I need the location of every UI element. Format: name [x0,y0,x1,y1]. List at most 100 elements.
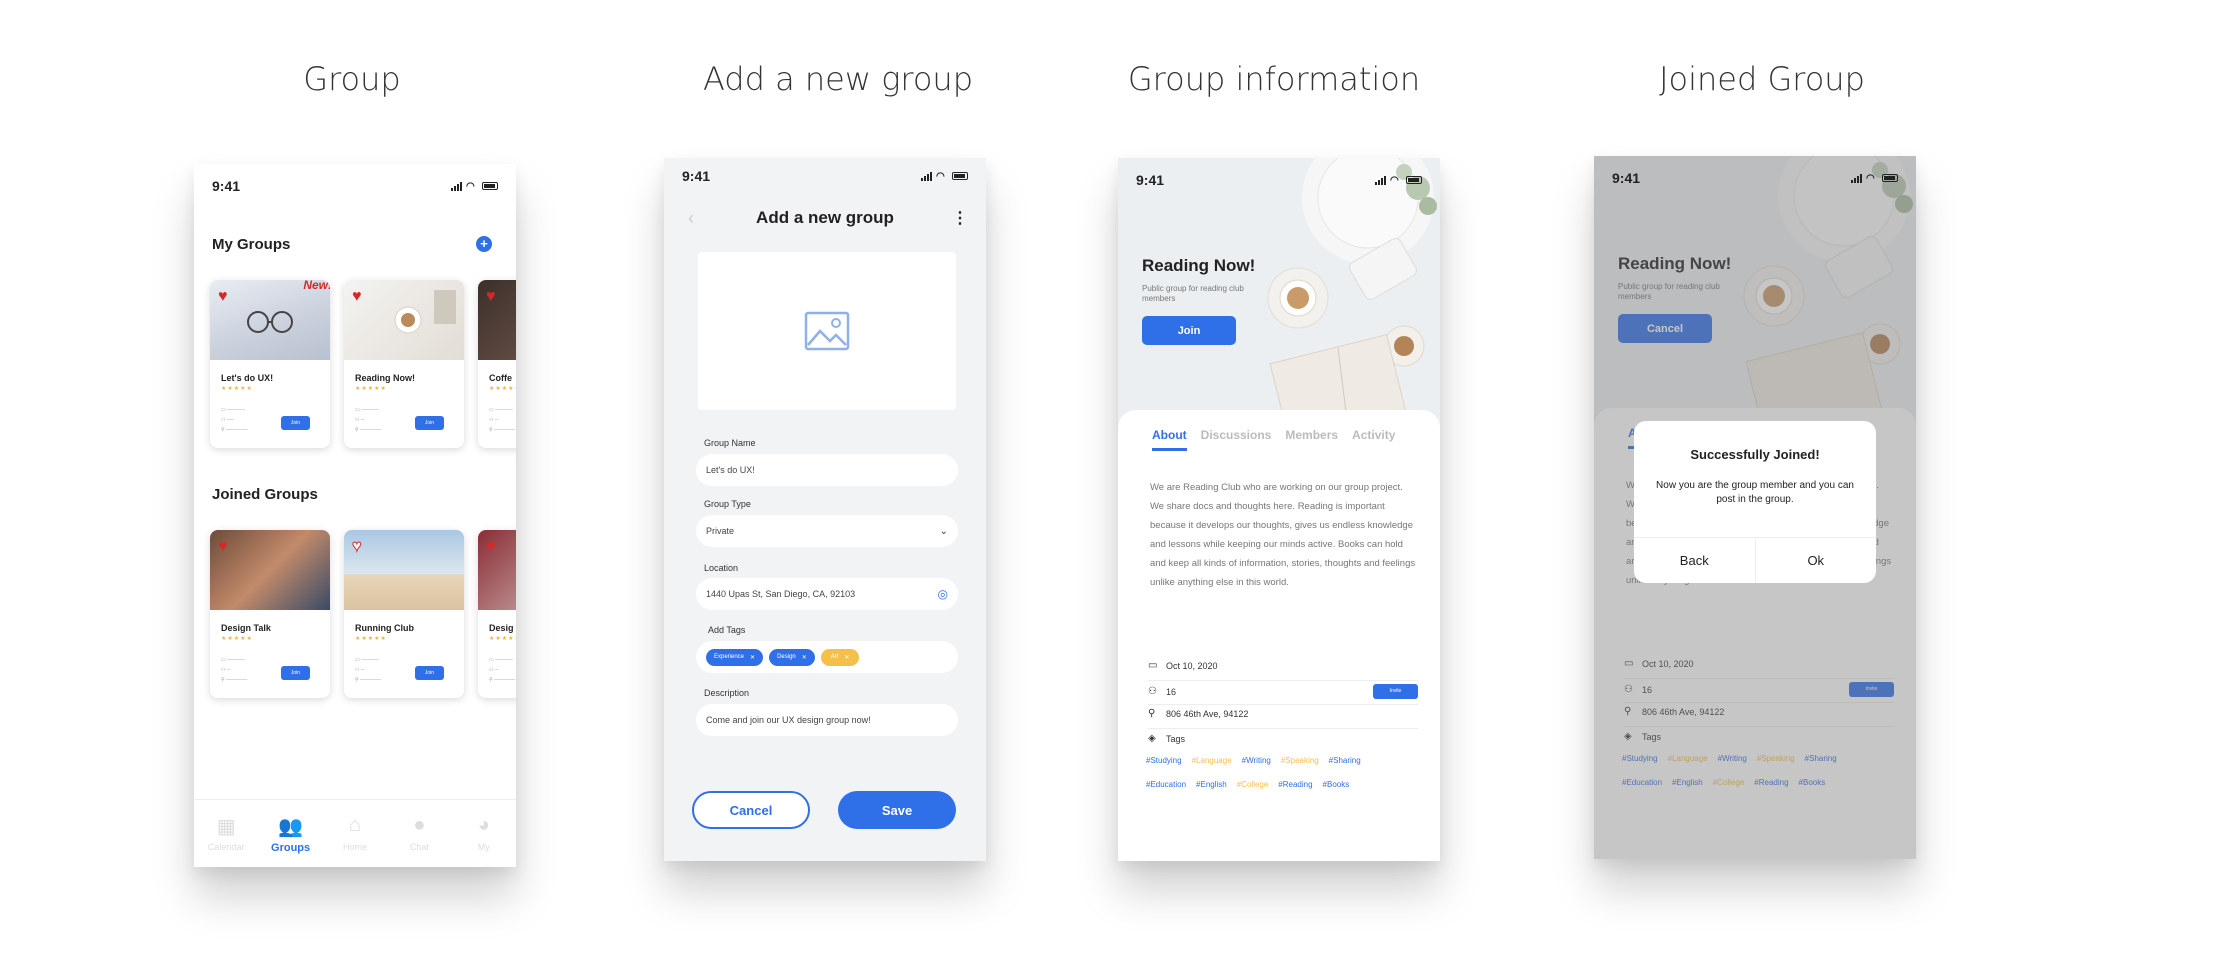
close-icon[interactable]: ✕ [750,654,755,661]
tab-activity[interactable]: Activity [1352,428,1395,451]
tag-chip[interactable]: Design ✕ [769,648,815,666]
favorite-heart-icon[interactable]: ♥ [218,538,228,556]
join-button[interactable]: Join [415,666,444,680]
tab-label: My [477,842,490,852]
tab-groups[interactable]: 👥 Groups [263,814,319,867]
divider [1148,680,1418,681]
tag-link[interactable]: #Studying [1146,756,1182,765]
group-card-image: ♥ [478,280,516,360]
tab-chat[interactable]: ● Chat [391,814,447,867]
wifi-icon: ◠ [936,170,945,182]
group-card-image: ♥ [344,530,464,610]
rating-stars: ★★★★★ [489,636,516,642]
tag-chip-label: Art [830,654,839,660]
tag-chip[interactable]: Experience ✕ [706,648,764,666]
favorite-heart-icon[interactable]: ♥ [486,538,496,556]
phone-group-screen: 9:41 ◠ My Groups + ♥ New! Let's do UX! ★… [194,164,516,867]
invite-button[interactable]: Invite [1373,684,1418,699]
location-label: Location [704,563,739,573]
rating-stars: ★★★★★ [355,386,387,392]
group-card[interactable]: ♥ New! Let's do UX! ★★★★★ ▭ ───── ⚇ ── ⚲… [210,280,330,448]
new-badge: New! [303,280,330,292]
tag-link[interactable]: #College [1237,780,1269,789]
joined-groups-heading: Joined Groups [212,486,318,503]
tab-members[interactable]: Members [1285,428,1338,451]
navigation-bar: ‹ Add a new group ⋮ [664,200,986,236]
image-placeholder-icon [804,311,850,351]
group-card[interactable]: ♥ Running Club ★★★★★ ▭ ───── ⚇ ─ ⚲ ─────… [344,530,464,698]
group-card[interactable]: ♥ Coffe ★★★★★ ▭ ───── ⚇ ─ ⚲ ────── [478,280,516,448]
group-address: 806 46th Ave, 94122 [1166,708,1249,719]
location-input[interactable]: 1440 Upas St, San Diego, CA, 92103 ◎ [696,578,958,610]
wifi-icon: ◠ [1866,172,1875,184]
cancel-button[interactable]: Cancel [692,791,810,829]
joined-groups-list: ♥ Design Talk ★★★★★ ▭ ───── ⚇ ─ ⚲ ──────… [210,530,516,698]
locate-target-icon[interactable]: ◎ [938,587,948,601]
favorite-heart-icon[interactable]: ♥ [352,288,362,306]
profile-icon: ◕ [477,814,490,836]
group-name-input[interactable]: Let's do UX! [696,454,958,486]
description-input[interactable]: Come and join our UX design group now! [696,704,958,736]
tag-link[interactable]: #Reading [1278,780,1312,789]
tab-my[interactable]: ◕ My [456,814,512,867]
image-upload-area[interactable] [698,252,956,410]
members-icon: ⚇ ─ [355,667,365,673]
about-text: We are Reading Club who are working on o… [1150,482,1416,588]
ok-button[interactable]: Ok [1756,538,1877,583]
group-card[interactable]: ♥ Reading Now! ★★★★★ ▭ ───── ⚇ ─ ⚲ ─────… [344,280,464,448]
tab-calendar[interactable]: ▦ Calendar [198,814,254,867]
tab-label: Home [342,842,367,852]
tab-about[interactable]: About [1152,428,1187,451]
calendar-icon: ▭ ───── [221,657,245,663]
favorite-heart-icon[interactable]: ♥ [486,288,496,306]
tag-chip-label: Design [777,654,796,660]
group-card-title: Let's do UX! [221,373,274,383]
group-hero-image: 9:41 ◠ Reading Now! Public group for rea… [1118,158,1440,428]
tag-link[interactable]: #Books [1323,780,1350,789]
tag-chip[interactable]: Art ✕ [820,648,860,666]
date-row: ▭ Oct 10, 2020 [1148,660,1418,671]
tag-link[interactable]: #Speaking [1281,756,1319,765]
favorite-heart-outline-icon[interactable]: ♥ [352,538,362,556]
close-icon[interactable]: ✕ [802,654,807,661]
tags-input[interactable]: Experience ✕ Design ✕ Art ✕ [696,641,958,673]
description-value: Come and join our UX design group now! [706,715,871,725]
tag-link[interactable]: #English [1196,780,1227,789]
close-icon[interactable]: ✕ [844,654,849,661]
rating-stars: ★★★★★ [221,636,253,642]
location-pin-icon: ⚲ [1148,708,1156,719]
join-button[interactable]: Join [281,416,310,430]
group-card[interactable]: ♥ Desig ★★★★★ ▭ ───── ⚇ ─ ⚲ ────── [478,530,516,698]
group-card[interactable]: ♥ Design Talk ★★★★★ ▭ ───── ⚇ ─ ⚲ ──────… [210,530,330,698]
members-icon: ⚇ ── [221,417,234,423]
location-icon: ⚲ ────── [355,427,382,433]
join-button[interactable]: Join [281,666,310,680]
tag-link[interactable]: #Sharing [1329,756,1361,765]
tag-link[interactable]: #Language [1192,756,1232,765]
more-vertical-icon[interactable]: ⋮ [952,208,968,228]
tab-home[interactable]: ⌂ Home [327,814,383,867]
join-button[interactable]: Join [415,416,444,430]
wifi-icon: ◠ [1390,174,1399,186]
chat-icon: ● [413,814,426,836]
save-button[interactable]: Save [838,791,956,829]
favorite-heart-icon[interactable]: ♥ [218,288,228,306]
status-bar: 9:41 ◠ [194,164,516,208]
group-name-label: Group Name [704,438,756,448]
add-group-button[interactable]: + [476,236,492,252]
group-card-title: Running Club [355,623,414,633]
tag-link[interactable]: #Education [1146,780,1186,789]
status-time: 9:41 [1612,170,1641,186]
join-button[interactable]: Join [1142,316,1236,345]
tab-discussions[interactable]: Discussions [1201,428,1272,451]
tag-link[interactable]: #Writing [1242,756,1271,765]
group-type-select[interactable]: Private ⌄ [696,515,958,547]
my-groups-list: ♥ New! Let's do UX! ★★★★★ ▭ ───── ⚇ ── ⚲… [210,280,516,448]
back-chevron-icon[interactable]: ‹ [688,208,694,229]
group-card-image: ♥ [478,530,516,610]
back-button[interactable]: Back [1634,538,1756,583]
location-icon: ⚲ ────── [489,427,516,433]
status-icons: ◠ [1851,172,1898,184]
section-title-group-information: Group information [1127,60,1421,98]
status-icons: ◠ [1375,174,1422,186]
